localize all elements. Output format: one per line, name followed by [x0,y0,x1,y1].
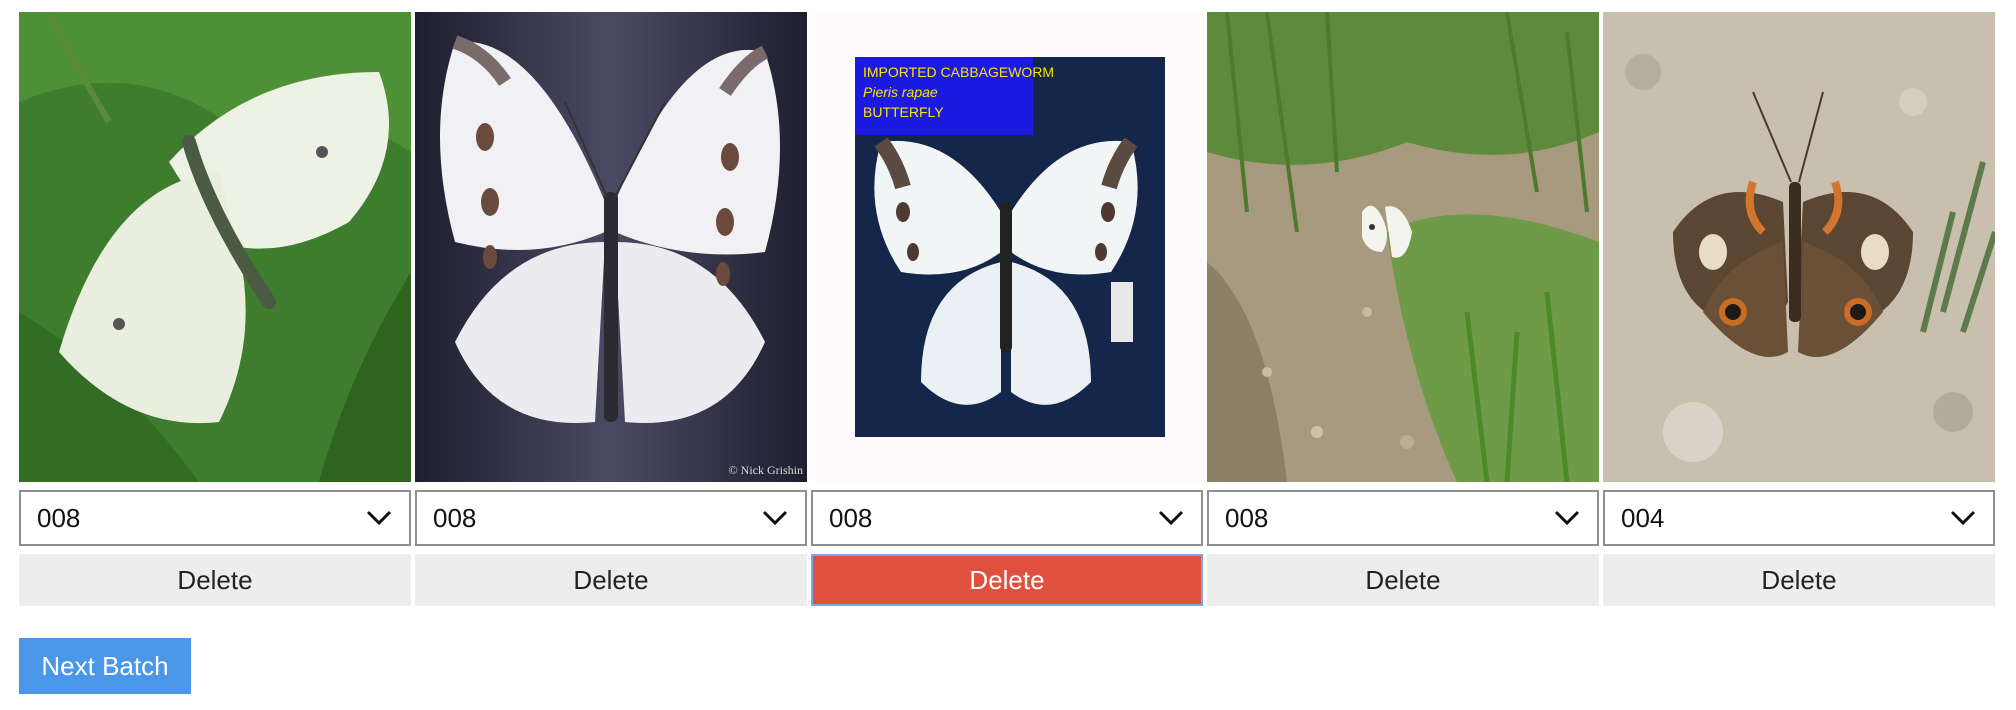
butterfly-image [1603,12,1995,482]
white-butterfly-on-leaf-photo [19,12,411,482]
class-select[interactable]: 008 [19,490,411,546]
class-select[interactable]: 004 [1603,490,1995,546]
delete-button[interactable]: Delete [1603,554,1995,606]
specimen-label-line1: IMPORTED CABBAGEWORM [863,64,1055,80]
delete-button[interactable]: Delete [415,554,807,606]
class-select-value: 008 [37,502,81,533]
chevron-down-icon [1950,510,1976,526]
chevron-down-icon [366,510,392,526]
butterfly-image [1207,12,1599,482]
delete-button[interactable]: Delete [19,554,411,606]
specimen-label: IMPORTED CABBAGEWORM Pieris rapae BUTTER… [863,62,1054,122]
specimen-label-line3: BUTTERFLY [863,104,944,120]
image-card: IMPORTED CABBAGEWORM Pieris rapae BUTTER… [811,12,1203,606]
class-select[interactable]: 008 [415,490,807,546]
butterfly-image [19,12,411,482]
image-card: 008 Delete [19,12,411,606]
next-batch-button[interactable]: Next Batch [19,638,191,694]
delete-button[interactable]: Delete [811,554,1203,606]
image-card: 008 Delete [1207,12,1599,606]
buckeye-butterfly-on-ground-photo [1603,12,1995,482]
class-select-value: 004 [1621,502,1665,533]
class-select-value: 008 [1225,502,1269,533]
class-select[interactable]: 008 [1207,490,1599,546]
image-card: 004 Delete [1603,12,1995,606]
class-select-value: 008 [829,502,873,533]
image-batch-grid: 008 Delete © Nick Grishin 008 Delete IMP… [19,12,1995,606]
chevron-down-icon [1158,510,1184,526]
class-select[interactable]: 008 [811,490,1203,546]
white-butterfly-in-grass-photo [1207,12,1599,482]
chevron-down-icon [1554,510,1580,526]
image-card: © Nick Grishin 008 Delete [415,12,807,606]
chevron-down-icon [762,510,788,526]
delete-button[interactable]: Delete [1207,554,1599,606]
butterfly-image: IMPORTED CABBAGEWORM Pieris rapae BUTTER… [811,12,1203,482]
butterfly-image: © Nick Grishin [415,12,807,482]
class-select-value: 008 [433,502,477,533]
specimen-label-line2: Pieris rapae [863,84,938,100]
photo-credit: © Nick Grishin [728,463,803,477]
white-butterfly-dark-background-photo [415,12,807,482]
